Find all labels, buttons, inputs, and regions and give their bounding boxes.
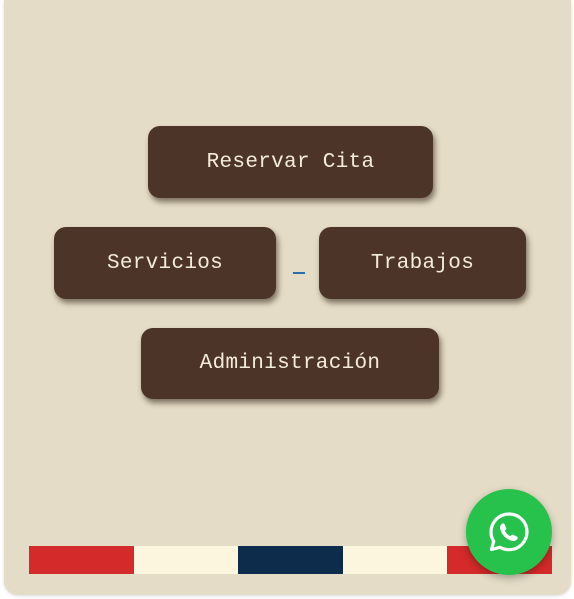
flag-stripe-navy: [238, 546, 343, 574]
separator-dash: [293, 272, 305, 274]
whatsapp-button[interactable]: [466, 489, 552, 575]
flag-stripe-red: [29, 546, 134, 574]
administracion-button[interactable]: Administración: [141, 328, 439, 399]
whatsapp-icon: [489, 512, 529, 552]
flag-stripe-cream: [342, 546, 447, 574]
trabajos-button[interactable]: Trabajos: [319, 227, 526, 299]
flag-stripe-cream: [133, 546, 238, 574]
servicios-button[interactable]: Servicios: [54, 227, 276, 299]
reservar-cita-button[interactable]: Reservar Cita: [148, 126, 433, 198]
